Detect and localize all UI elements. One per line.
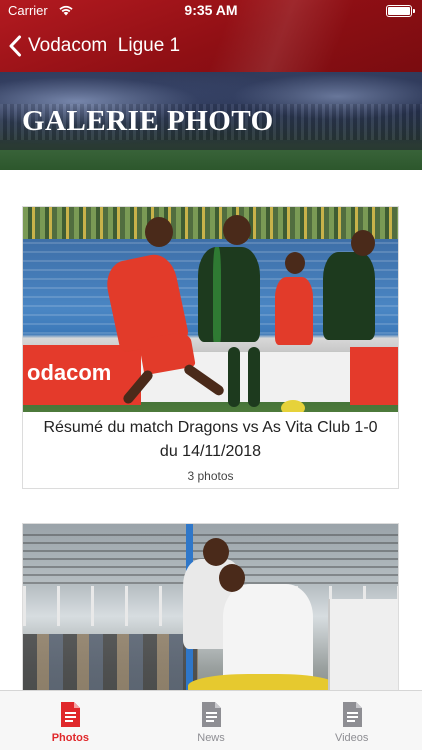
navigation-header: Carrier 9:35 AM Vodacom Ligue 1 xyxy=(0,0,422,72)
tab-label: Videos xyxy=(334,732,369,744)
photo-player-yellow xyxy=(188,674,338,690)
tab-news[interactable]: News xyxy=(141,691,282,750)
photo-head xyxy=(285,252,305,274)
photo-player-green-stripe xyxy=(213,247,221,342)
gallery-card-title: Résumé du match Dragons vs As Vita Club … xyxy=(43,419,378,460)
photo-leg xyxy=(248,347,260,407)
document-icon xyxy=(202,702,221,727)
photo-head xyxy=(145,217,173,247)
gallery-photo[interactable] xyxy=(23,524,398,690)
nav-title: Vodacom Ligue 1 xyxy=(28,35,181,56)
photo-ad-text: odacom xyxy=(27,360,112,385)
photo-van xyxy=(328,599,398,690)
gallery-list[interactable]: odacom Résumé du match Dragons vs As Vit… xyxy=(0,170,422,690)
photo-player-green xyxy=(198,247,260,342)
page-title: GALERIE PHOTO xyxy=(22,105,274,137)
battery-icon xyxy=(386,5,415,17)
document-icon xyxy=(61,702,81,727)
tab-label: Photos xyxy=(51,732,89,744)
status-time: 9:35 AM xyxy=(184,2,238,18)
photo-head xyxy=(223,215,251,245)
chevron-left-icon xyxy=(9,35,21,57)
gallery-card[interactable] xyxy=(22,523,399,690)
photo-head xyxy=(351,230,375,256)
photo-head xyxy=(219,564,245,592)
photo-crowd xyxy=(23,207,398,239)
back-button[interactable]: Vodacom Ligue 1 xyxy=(8,33,180,59)
document-icon xyxy=(342,702,362,727)
photo-player-red-2 xyxy=(275,277,313,345)
status-bar: Carrier 9:35 AM xyxy=(0,0,422,22)
tab-videos[interactable]: Videos xyxy=(281,691,422,750)
photo-ad-board-right xyxy=(350,347,398,405)
photo-player-green-2 xyxy=(323,252,375,340)
gallery-card[interactable]: odacom Résumé du match Dragons vs As Vit… xyxy=(22,206,399,489)
gallery-card-count: 3 photos xyxy=(187,469,234,483)
tab-photos[interactable]: Photos xyxy=(0,691,141,750)
photo-leg xyxy=(228,347,240,407)
banner-pitch-graphic xyxy=(0,150,422,170)
tab-bar: Photos News Videos xyxy=(0,690,422,750)
tab-label: News xyxy=(197,732,225,744)
gallery-banner: GALERIE PHOTO xyxy=(0,72,422,170)
photo-ball xyxy=(281,400,305,412)
photo-bench-people xyxy=(23,634,198,690)
gallery-photo[interactable]: odacom xyxy=(23,207,398,412)
photo-head xyxy=(203,538,229,566)
